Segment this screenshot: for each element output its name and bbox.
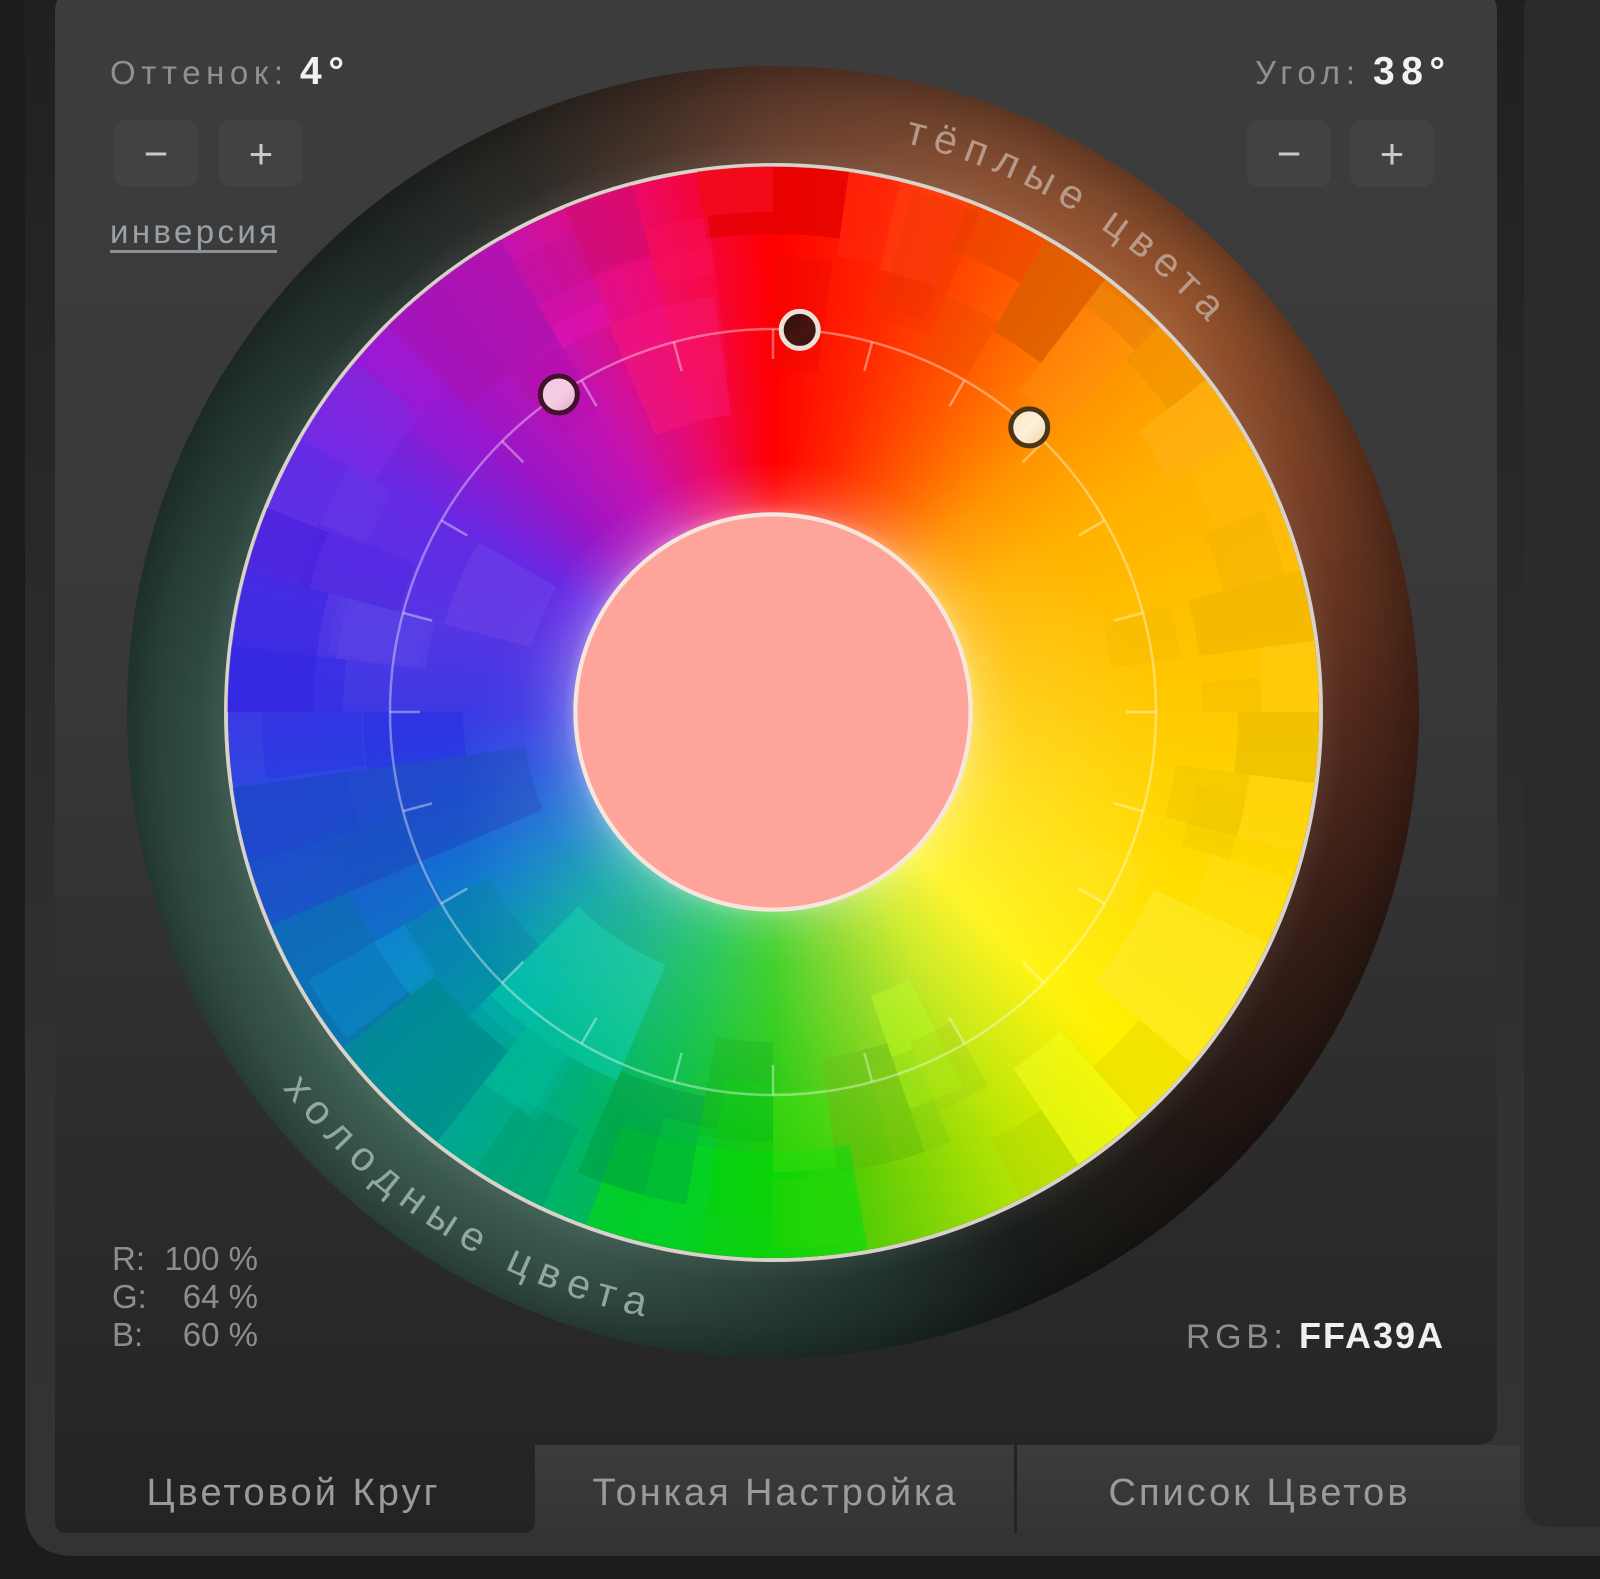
svg-text:−: − <box>1277 130 1302 177</box>
svg-text:FFA39A: FFA39A <box>1299 1315 1443 1356</box>
svg-text:R:: R: <box>112 1240 145 1277</box>
svg-text:G:: G: <box>112 1278 147 1315</box>
svg-text:+: + <box>1380 130 1405 177</box>
svg-text:RGB:: RGB: <box>1186 1318 1283 1356</box>
svg-text:+: + <box>249 130 274 177</box>
svg-text:60 %: 60 % <box>183 1316 258 1353</box>
svg-text:Угол:: Угол: <box>1255 54 1355 91</box>
svg-text:Список Цветов: Список Цветов <box>1109 1472 1408 1514</box>
svg-text:инверсия: инверсия <box>110 213 277 250</box>
svg-text:38°: 38° <box>1373 50 1445 93</box>
svg-text:4°: 4° <box>300 50 344 93</box>
svg-text:Цветовой Круг: Цветовой Круг <box>147 1472 438 1514</box>
svg-text:−: − <box>144 130 169 177</box>
svg-text:Тонкая Настройка: Тонкая Настройка <box>593 1472 957 1514</box>
svg-text:64 %: 64 % <box>183 1278 258 1315</box>
svg-text:100 %: 100 % <box>164 1240 258 1277</box>
svg-text:B:: B: <box>112 1316 143 1353</box>
svg-text:Оттенок:: Оттенок: <box>110 54 283 91</box>
